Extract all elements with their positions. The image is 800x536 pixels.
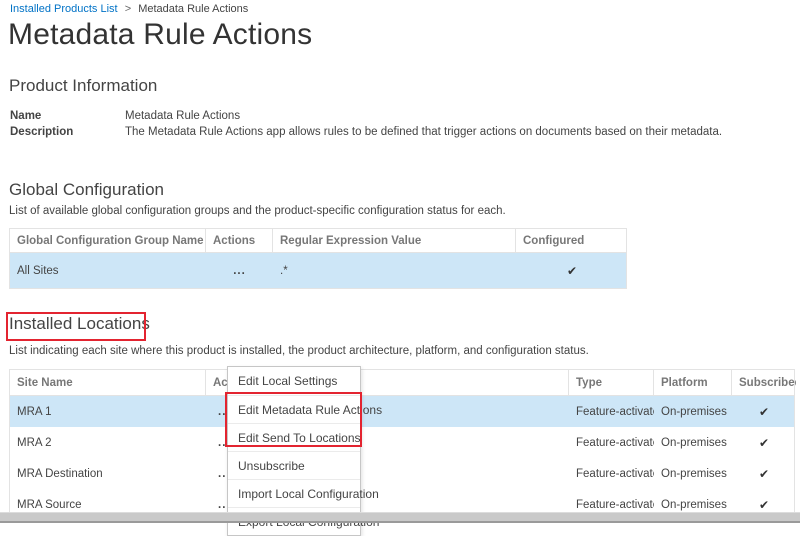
table-row-mra-1[interactable]: MRA 1 ... Feature-activated On-premises …: [10, 396, 794, 427]
cell-site-name: MRA Destination: [10, 458, 206, 489]
table-row-mra-destination[interactable]: MRA Destination ... Feature-activated On…: [10, 458, 794, 489]
breadcrumb-current: Metadata Rule Actions: [138, 3, 248, 15]
cell-site-name: MRA 2: [10, 427, 206, 458]
product-name-row: Name Metadata Rule Actions: [10, 110, 240, 122]
menu-item-unsubscribe[interactable]: Unsubscribe: [228, 451, 360, 479]
col-header-platform: Platform: [654, 370, 732, 395]
cell-platform: On-premises: [654, 427, 732, 458]
configured-check-icon: ✔: [567, 264, 577, 278]
subscribed-check-icon: ✔: [759, 405, 769, 419]
breadcrumb: Installed Products List > Metadata Rule …: [10, 3, 248, 15]
subscribed-check-icon: ✔: [759, 498, 769, 512]
col-header-site-name: Site Name: [10, 370, 206, 395]
col-header-regex-value: Regular Expression Value: [273, 229, 516, 252]
cell-platform: On-premises: [654, 396, 732, 427]
cell-type: Feature-activated: [569, 396, 654, 427]
breadcrumb-link-installed-products[interactable]: Installed Products List: [10, 3, 118, 15]
global-configuration-table: Global Configuration Group Name Actions …: [9, 228, 627, 289]
cell-platform: On-premises: [654, 458, 732, 489]
col-header-configured: Configured: [516, 229, 628, 252]
subscribed-check-icon: ✔: [759, 467, 769, 481]
actions-ellipsis-button[interactable]: ...: [233, 265, 246, 277]
name-value: Metadata Rule Actions: [125, 110, 240, 122]
col-header-group-name: Global Configuration Group Name: [10, 229, 206, 252]
installed-locations-table-header: Site Name Actions Type Platform Subscrib…: [10, 370, 794, 396]
table-row-all-sites[interactable]: All Sites ... .* ✔: [10, 253, 626, 288]
installed-locations-table: Site Name Actions Type Platform Subscrib…: [9, 369, 795, 521]
cell-group-name: All Sites: [10, 253, 206, 288]
breadcrumb-separator: >: [125, 3, 131, 15]
menu-item-edit-send-to-locations[interactable]: Edit Send To Locations: [228, 423, 360, 451]
menu-item-import-local-configuration[interactable]: Import Local Configuration: [228, 479, 360, 507]
menu-item-edit-local-settings[interactable]: Edit Local Settings: [228, 367, 360, 395]
menu-item-edit-metadata-rule-actions[interactable]: Edit Metadata Rule Actions: [228, 395, 360, 423]
global-configuration-table-header: Global Configuration Group Name Actions …: [10, 229, 626, 253]
cell-type: Feature-activated: [569, 458, 654, 489]
description-label: Description: [10, 126, 125, 138]
installed-locations-description: List indicating each site where this pro…: [9, 345, 589, 357]
cell-type: Feature-activated: [569, 427, 654, 458]
col-header-subscribed: Subscribed: [732, 370, 796, 395]
name-label: Name: [10, 110, 125, 122]
cell-regex-value: .*: [273, 253, 516, 288]
global-configuration-heading: Global Configuration: [9, 180, 164, 200]
product-description-row: Description The Metadata Rule Actions ap…: [10, 126, 722, 138]
actions-context-menu: Edit Local Settings Edit Metadata Rule A…: [227, 366, 361, 536]
cell-site-name: MRA 1: [10, 396, 206, 427]
col-header-actions: Actions: [206, 229, 273, 252]
description-value: The Metadata Rule Actions app allows rul…: [125, 126, 722, 138]
table-row-mra-2[interactable]: MRA 2 ... Feature-activated On-premises …: [10, 427, 794, 458]
page-title: Metadata Rule Actions: [8, 18, 312, 52]
product-information-heading: Product Information: [9, 76, 157, 96]
col-header-type: Type: [569, 370, 654, 395]
global-configuration-description: List of available global configuration g…: [9, 205, 506, 217]
installed-locations-heading: Installed Locations: [9, 314, 150, 334]
subscribed-check-icon: ✔: [759, 436, 769, 450]
horizontal-scrollbar[interactable]: [0, 512, 800, 523]
